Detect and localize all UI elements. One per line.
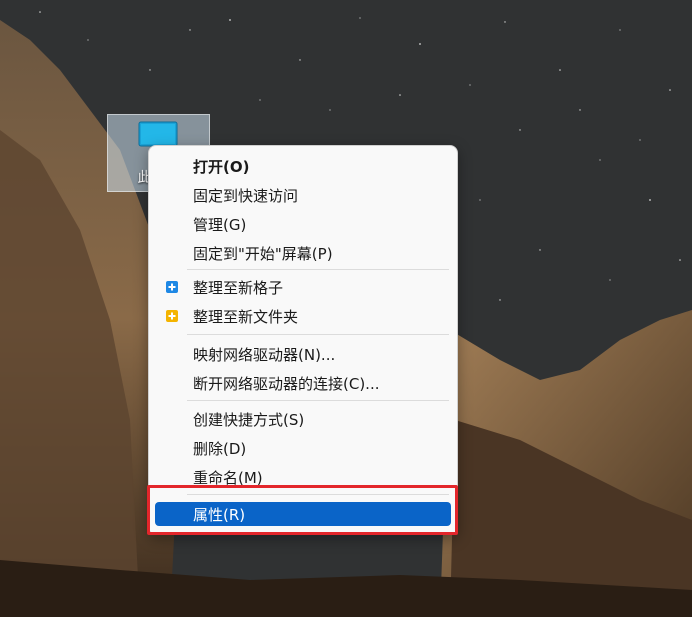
menu-item-pin-quick-access[interactable]: 固定到快速访问 [155, 181, 451, 209]
menu-item-pin-start[interactable]: 固定到"开始"屏幕(P) [155, 239, 451, 267]
context-menu: 打开(O) 固定到快速访问 管理(G) 固定到"开始"屏幕(P) 整理至新格子 [148, 145, 458, 535]
menu-item-label: 管理(G) [193, 215, 247, 234]
folder-plus-icon [166, 310, 178, 322]
desktop: 此电脑 打开(O) 固定到快速访问 管理(G) 固定到"开始"屏幕(P) 整理至… [0, 0, 692, 617]
menu-item-label: 删除(D) [193, 439, 247, 458]
menu-item-open[interactable]: 打开(O) [155, 152, 451, 180]
menu-separator [187, 269, 449, 270]
menu-item-properties[interactable]: 属性(R) [155, 502, 451, 526]
menu-item-label: 整理至新格子 [193, 278, 284, 297]
menu-item-label: 创建快捷方式(S) [193, 410, 305, 429]
menu-item-create-shortcut[interactable]: 创建快捷方式(S) [155, 405, 451, 433]
menu-item-map-network-drive[interactable]: 映射网络驱动器(N)... [155, 340, 451, 368]
menu-item-label: 重命名(M) [193, 468, 263, 487]
menu-item-new-folder[interactable]: 整理至新文件夹 [155, 302, 451, 330]
menu-item-manage[interactable]: 管理(G) [155, 210, 451, 238]
menu-separator [187, 494, 449, 495]
menu-item-label: 映射网络驱动器(N)... [193, 345, 336, 364]
menu-item-delete[interactable]: 删除(D) [155, 434, 451, 462]
menu-item-label: 固定到快速访问 [193, 186, 299, 205]
menu-item-label: 断开网络驱动器的连接(C)... [193, 374, 380, 393]
menu-separator [187, 400, 449, 401]
menu-item-label: 属性(R) [193, 505, 246, 524]
menu-item-new-grid[interactable]: 整理至新格子 [155, 273, 451, 301]
grid-plus-icon [166, 281, 178, 293]
menu-item-label: 打开(O) [193, 157, 250, 176]
menu-item-label: 整理至新文件夹 [193, 307, 299, 326]
menu-item-label: 固定到"开始"屏幕(P) [193, 244, 333, 263]
menu-separator [187, 334, 449, 335]
menu-item-disconnect-network-drive[interactable]: 断开网络驱动器的连接(C)... [155, 369, 451, 397]
menu-item-rename[interactable]: 重命名(M) [155, 463, 451, 491]
